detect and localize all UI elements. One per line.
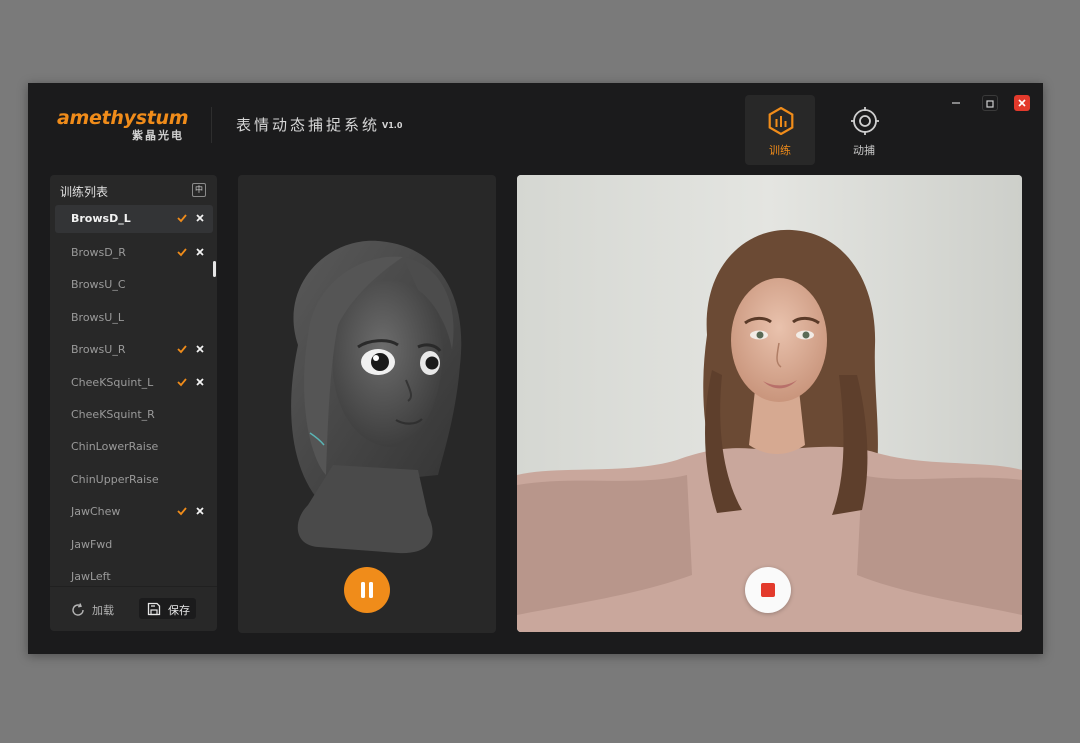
list-item[interactable]: CheeKSquint_R bbox=[55, 399, 213, 431]
list-item[interactable]: BrowsD_L bbox=[55, 205, 213, 233]
stop-record-icon bbox=[761, 583, 775, 597]
maximize-button[interactable] bbox=[982, 95, 998, 111]
minimize-button[interactable] bbox=[948, 95, 964, 111]
pause-button[interactable] bbox=[344, 567, 390, 613]
list-scrollbar[interactable] bbox=[213, 261, 216, 277]
delete-icon[interactable] bbox=[194, 376, 206, 388]
stop-record-button[interactable] bbox=[745, 567, 791, 613]
check-icon bbox=[177, 377, 187, 386]
list-item-label: BrowsD_R bbox=[71, 246, 126, 259]
avatar-3d-model bbox=[291, 240, 462, 554]
tab-training-label: 训练 bbox=[769, 144, 791, 157]
header-divider bbox=[211, 107, 212, 143]
list-item-label: BrowsU_C bbox=[71, 278, 126, 292]
check-icon bbox=[177, 345, 187, 354]
list-item[interactable]: JawLeft bbox=[55, 561, 213, 593]
save-label: 保存 bbox=[168, 604, 190, 617]
delete-icon[interactable] bbox=[194, 246, 206, 258]
delete-icon[interactable] bbox=[194, 505, 206, 517]
load-label: 加载 bbox=[92, 604, 114, 617]
list-item[interactable]: BrowsU_R bbox=[55, 334, 213, 366]
list-item-label: BrowsU_R bbox=[71, 343, 126, 357]
list-item[interactable]: BrowsU_L bbox=[55, 302, 213, 334]
list-item-label: ChinUpperRaise bbox=[71, 472, 159, 486]
list-item-label: BrowsU_L bbox=[71, 310, 124, 324]
list-item-label: CheeKSquint_R bbox=[71, 407, 155, 421]
app-version: V1.0 bbox=[382, 121, 403, 130]
check-icon bbox=[177, 507, 187, 516]
close-icon bbox=[1018, 99, 1026, 107]
list-item-label: BrowsD_L bbox=[71, 212, 131, 225]
list-item-label: JawChew bbox=[71, 505, 121, 519]
list-item[interactable]: CheeKSquint_L bbox=[55, 367, 213, 399]
logo-subtitle: 紫晶光电 bbox=[132, 129, 184, 142]
list-item[interactable]: ChinLowerRaise bbox=[55, 431, 213, 463]
training-list: BrowsD_L BrowsD_R BrowsU_C BrowsU_L Brow… bbox=[55, 205, 213, 593]
delete-icon[interactable] bbox=[194, 212, 206, 224]
training-list-panel: 训练列表 中 BrowsD_L BrowsD_R BrowsU_C BrowsU… bbox=[50, 175, 217, 631]
list-item[interactable]: ChinUpperRaise bbox=[55, 464, 213, 496]
app-window: amethystum 紫晶光电 表情动态捕捉系统 V1.0 训练 动捕 训练列表… bbox=[28, 83, 1043, 654]
avatar-preview-panel bbox=[238, 175, 496, 633]
list-item[interactable]: BrowsD_R bbox=[55, 237, 213, 269]
list-item[interactable]: JawFwd bbox=[55, 529, 213, 561]
brand-logo: amethystum 紫晶光电 bbox=[57, 107, 189, 142]
list-item[interactable]: JawChew bbox=[55, 496, 213, 528]
check-icon bbox=[177, 248, 187, 257]
list-item-label: JawLeft bbox=[71, 569, 111, 583]
pause-icon bbox=[361, 582, 373, 598]
training-chart-icon bbox=[768, 107, 794, 135]
list-item[interactable]: BrowsU_C bbox=[55, 269, 213, 301]
tab-capture-label: 动捕 bbox=[853, 144, 875, 157]
training-list-title: 训练列表 bbox=[60, 185, 109, 199]
save-icon bbox=[147, 602, 161, 616]
list-item-label: ChinLowerRaise bbox=[71, 440, 159, 454]
minimize-icon bbox=[952, 102, 960, 104]
camera-feed-panel bbox=[517, 175, 1022, 632]
list-item-label: JawFwd bbox=[71, 537, 113, 551]
save-button[interactable]: 保存 bbox=[139, 598, 196, 619]
language-toggle[interactable]: 中 bbox=[192, 183, 206, 197]
app-title: 表情动态捕捉系统 V1.0 bbox=[236, 114, 402, 135]
maximize-icon bbox=[986, 100, 994, 108]
tab-capture[interactable]: 动捕 bbox=[829, 95, 899, 165]
footer-divider bbox=[50, 586, 217, 587]
camera-feed-image bbox=[517, 175, 1022, 632]
check-icon bbox=[177, 214, 187, 223]
refresh-icon bbox=[72, 603, 84, 616]
app-title-text: 表情动态捕捉系统 bbox=[236, 116, 381, 134]
list-item-label: CheeKSquint_L bbox=[71, 375, 154, 389]
close-button[interactable] bbox=[1014, 95, 1030, 111]
delete-icon[interactable] bbox=[194, 343, 206, 355]
target-icon bbox=[851, 107, 879, 135]
tab-training[interactable]: 训练 bbox=[745, 95, 815, 165]
logo-wordmark: amethystum bbox=[57, 107, 189, 129]
